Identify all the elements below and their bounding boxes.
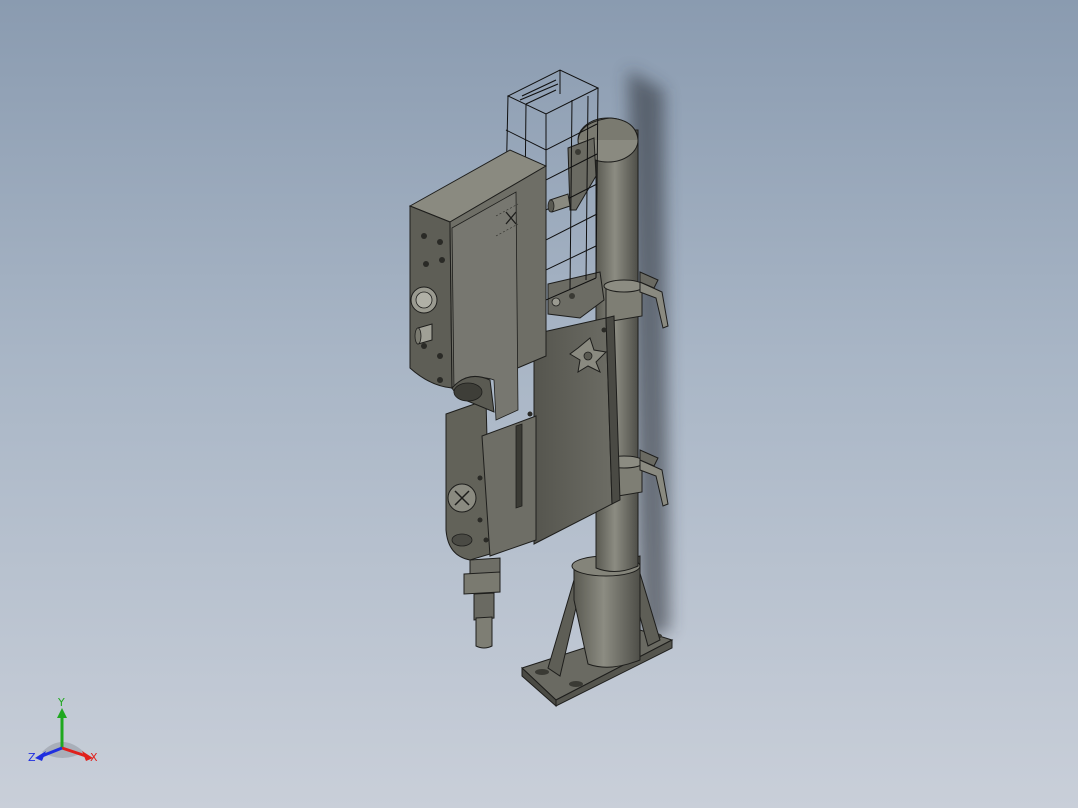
upper-clamp-collar	[603, 279, 645, 323]
3d-model-view[interactable]	[0, 0, 1078, 808]
upper-housing	[408, 149, 548, 421]
cad-viewport[interactable]: Y X Z	[0, 0, 1078, 808]
shroud-label-text	[519, 79, 559, 105]
spindle-chuck	[463, 557, 501, 649]
lower-housing	[445, 399, 537, 561]
column-bracket	[567, 137, 597, 211]
shroud-bolt	[547, 193, 571, 213]
coordinate-triad[interactable]	[35, 708, 93, 761]
triad-y-arrowhead	[57, 708, 67, 718]
triad-y-label: Y	[58, 696, 65, 709]
triad-x-label: X	[90, 751, 98, 764]
triad-z-label: Z	[28, 751, 36, 764]
